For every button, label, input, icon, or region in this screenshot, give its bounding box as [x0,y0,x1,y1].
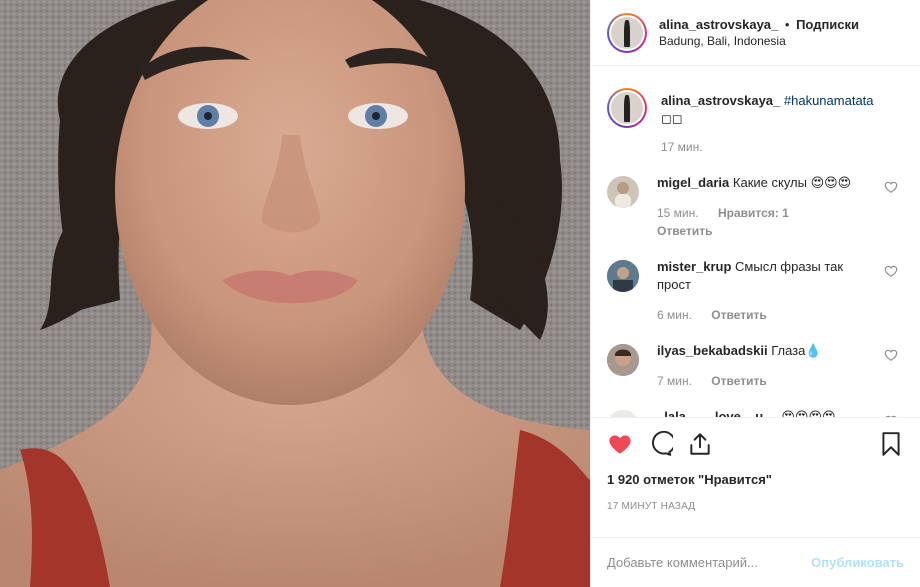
instagram-post-modal: alina_astrovskaya_ • Подписки Badung, Ba… [0,0,920,587]
commenter-avatar[interactable] [607,344,639,376]
author-avatar[interactable] [607,12,647,53]
selfie-image [0,0,590,587]
comment-item: mister_krup Смысл фразы так прост 6 мин.… [607,258,904,324]
reply-button[interactable]: Ответить [711,374,766,388]
comment-text: 😍😍😍😍 [781,409,836,417]
comment-icon[interactable] [647,431,673,457]
commenter-avatar[interactable] [607,410,639,417]
post-header: alina_astrovskaya_ • Подписки Badung, Ba… [591,0,920,66]
comment-username[interactable]: migel_daria [657,175,729,190]
comment-item: ilyas_bekabadskii Глаза💧 7 мин. Ответить [607,342,904,390]
comment-input[interactable] [607,555,812,570]
bookmark-icon[interactable] [878,431,904,457]
post-location[interactable]: Badung, Bali, Indonesia [659,33,859,50]
reply-button[interactable]: Ответить [711,308,766,322]
comment-username[interactable]: ilyas_bekabadskii [657,343,768,358]
author-username[interactable]: alina_astrovskaya_ [659,17,778,32]
caption-time[interactable]: 17 мин. [661,140,703,154]
comment-text: Глаза💧 [771,343,822,358]
comment-time[interactable]: 15 мин. [657,206,699,220]
heart-outline-icon[interactable] [884,264,898,278]
comment-likes[interactable]: Нравится: 1 [718,206,789,220]
caption-text: ◻◻ [661,111,683,126]
post-timestamp[interactable]: 17 МИНУТ НАЗАД [607,501,904,512]
heart-outline-icon[interactable] [884,348,898,362]
post-actions: 1 920 отметок "Нравится" 17 МИНУТ НАЗАД [591,417,920,537]
commenter-avatar[interactable] [607,260,639,292]
likes-count[interactable]: 1 920 отметок "Нравится" [607,472,904,487]
comment-time[interactable]: 6 мин. [657,308,692,322]
comment-item: _lala____love__u__ 😍😍😍😍 [607,408,904,417]
heart-filled-icon[interactable] [607,431,633,457]
comment-item: migel_daria Какие скулы 😍😍😍 15 мин. Нрав… [607,174,904,240]
reply-button[interactable]: Ответить [657,224,712,238]
add-comment-bar: Опубликовать [591,537,920,587]
heart-outline-icon[interactable] [884,180,898,194]
header-separator: • [784,16,790,32]
caption: alina_astrovskaya_ #hakunamatata ◻◻ 17 м… [607,80,904,156]
following-button[interactable]: Подписки [796,17,859,32]
caption-hashtag[interactable]: #hakunamatata [784,93,874,108]
share-icon[interactable] [687,431,713,457]
comment-username[interactable]: _lala____love__u__ [657,409,778,417]
caption-username[interactable]: alina_astrovskaya_ [661,93,780,108]
comment-text: Какие скулы 😍😍😍 [732,175,852,190]
publish-button[interactable]: Опубликовать [811,555,904,570]
post-side-panel: alina_astrovskaya_ • Подписки Badung, Ba… [590,0,920,587]
caption-author-avatar[interactable] [607,88,647,128]
comments-list[interactable]: alina_astrovskaya_ #hakunamatata ◻◻ 17 м… [591,66,920,417]
comment-username[interactable]: mister_krup [657,259,731,274]
post-photo[interactable] [0,0,590,587]
comment-time[interactable]: 7 мин. [657,374,692,388]
commenter-avatar[interactable] [607,176,639,208]
